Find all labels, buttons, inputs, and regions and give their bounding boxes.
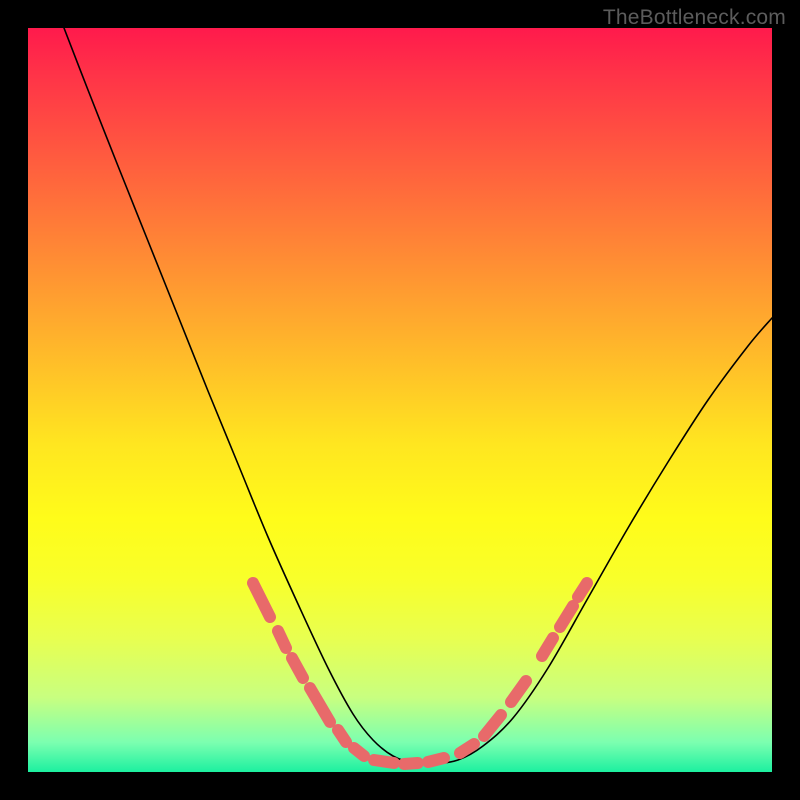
chart-gradient-frame (28, 28, 772, 772)
bottleneck-curve-svg (28, 28, 772, 772)
highlight-pills-group (253, 583, 587, 764)
highlight-pill (460, 744, 474, 753)
highlight-pill (292, 658, 303, 678)
attribution-text: TheBottleneck.com (603, 6, 786, 30)
highlight-pill (511, 681, 526, 702)
highlight-pill (374, 760, 394, 763)
highlight-pill (578, 583, 587, 597)
highlight-pill (542, 638, 553, 656)
highlight-pill (310, 688, 330, 722)
highlight-pill (404, 763, 418, 764)
highlight-pill (428, 758, 444, 762)
highlight-pill (253, 583, 270, 617)
highlight-pill (354, 748, 364, 756)
highlight-pill (338, 730, 346, 742)
highlight-pill (560, 606, 573, 627)
bottleneck-curve-path (64, 28, 772, 764)
highlight-pill (278, 631, 286, 648)
